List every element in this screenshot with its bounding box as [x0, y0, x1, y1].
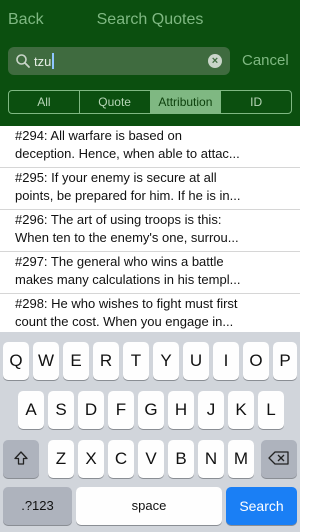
search-key[interactable]: Search: [226, 487, 297, 525]
results-list: #294: All warfare is based on deception.…: [0, 126, 300, 336]
key-t[interactable]: T: [123, 342, 149, 380]
segment-id[interactable]: ID: [220, 91, 291, 113]
key-b[interactable]: B: [168, 440, 194, 478]
key-u[interactable]: U: [183, 342, 209, 380]
key-y[interactable]: Y: [153, 342, 179, 380]
list-item-line: deception. Hence, when able to attac...: [15, 146, 240, 161]
key-p[interactable]: P: [273, 342, 297, 380]
list-item[interactable]: #295: If your enemy is secure at all poi…: [0, 168, 300, 210]
key-g[interactable]: G: [138, 391, 164, 429]
list-item-line: #296: The art of using troops is this:: [15, 212, 222, 227]
list-item[interactable]: #298: He who wishes to fight must first …: [0, 294, 300, 336]
list-item[interactable]: #296: The art of using troops is this: W…: [0, 210, 300, 252]
list-item[interactable]: #294: All warfare is based on deception.…: [0, 126, 300, 168]
key-s[interactable]: S: [48, 391, 74, 429]
search-query[interactable]: tzu: [34, 53, 55, 69]
key-i[interactable]: I: [213, 342, 239, 380]
key-l[interactable]: L: [258, 391, 284, 429]
key-c[interactable]: C: [108, 440, 134, 478]
list-item-line: #297: The general who wins a battle: [15, 254, 224, 269]
delete-icon: [268, 451, 289, 465]
segment-all[interactable]: All: [9, 91, 79, 113]
list-item-line: #298: He who wishes to fight must first: [15, 296, 238, 311]
list-item-line: points, be prepared for him. If he is in…: [15, 188, 241, 203]
clear-icon[interactable]: ×: [208, 54, 222, 68]
delete-key[interactable]: [261, 440, 297, 478]
list-item-line: When ten to the enemy's one, surrou...: [15, 230, 239, 245]
list-item-line: #294: All warfare is based on: [15, 128, 182, 143]
key-k[interactable]: K: [228, 391, 254, 429]
key-w[interactable]: W: [33, 342, 59, 380]
search-icon: [16, 54, 30, 68]
key-x[interactable]: X: [78, 440, 104, 478]
shift-icon: [14, 451, 28, 465]
page-title: Search Quotes: [96, 11, 204, 28]
key-f[interactable]: F: [108, 391, 134, 429]
key-r[interactable]: R: [93, 342, 119, 380]
key-j[interactable]: J: [198, 391, 224, 429]
key-o[interactable]: O: [243, 342, 269, 380]
key-z[interactable]: Z: [48, 440, 74, 478]
list-item[interactable]: #297: The general who wins a battle make…: [0, 252, 300, 294]
key-a[interactable]: A: [18, 391, 44, 429]
search-input[interactable]: tzu ×: [8, 47, 230, 75]
key-e[interactable]: E: [63, 342, 89, 380]
keyboard: Q W E R T Y U I O P A S D F G H J K L Z …: [0, 332, 300, 532]
list-item-line: count the cost. When you engage in...: [15, 314, 234, 329]
numbers-key[interactable]: .?123: [3, 487, 72, 525]
segment-attribution[interactable]: Attribution: [149, 91, 221, 113]
list-item-line: makes many calculations in his templ...: [15, 272, 241, 287]
list-item-line: #295: If your enemy is secure at all: [15, 170, 217, 185]
header: Back Search Quotes tzu × Cancel All Quot…: [0, 0, 300, 126]
scope-segmented-control: All Quote Attribution ID: [8, 90, 292, 114]
key-q[interactable]: Q: [3, 342, 29, 380]
segment-quote[interactable]: Quote: [78, 91, 150, 113]
text-caret: [52, 53, 55, 69]
key-v[interactable]: V: [138, 440, 164, 478]
key-n[interactable]: N: [198, 440, 224, 478]
key-h[interactable]: H: [168, 391, 194, 429]
space-key[interactable]: space: [76, 487, 222, 525]
key-d[interactable]: D: [78, 391, 104, 429]
key-m[interactable]: M: [228, 440, 254, 478]
shift-key[interactable]: [3, 440, 39, 478]
cancel-button[interactable]: Cancel: [242, 52, 289, 69]
